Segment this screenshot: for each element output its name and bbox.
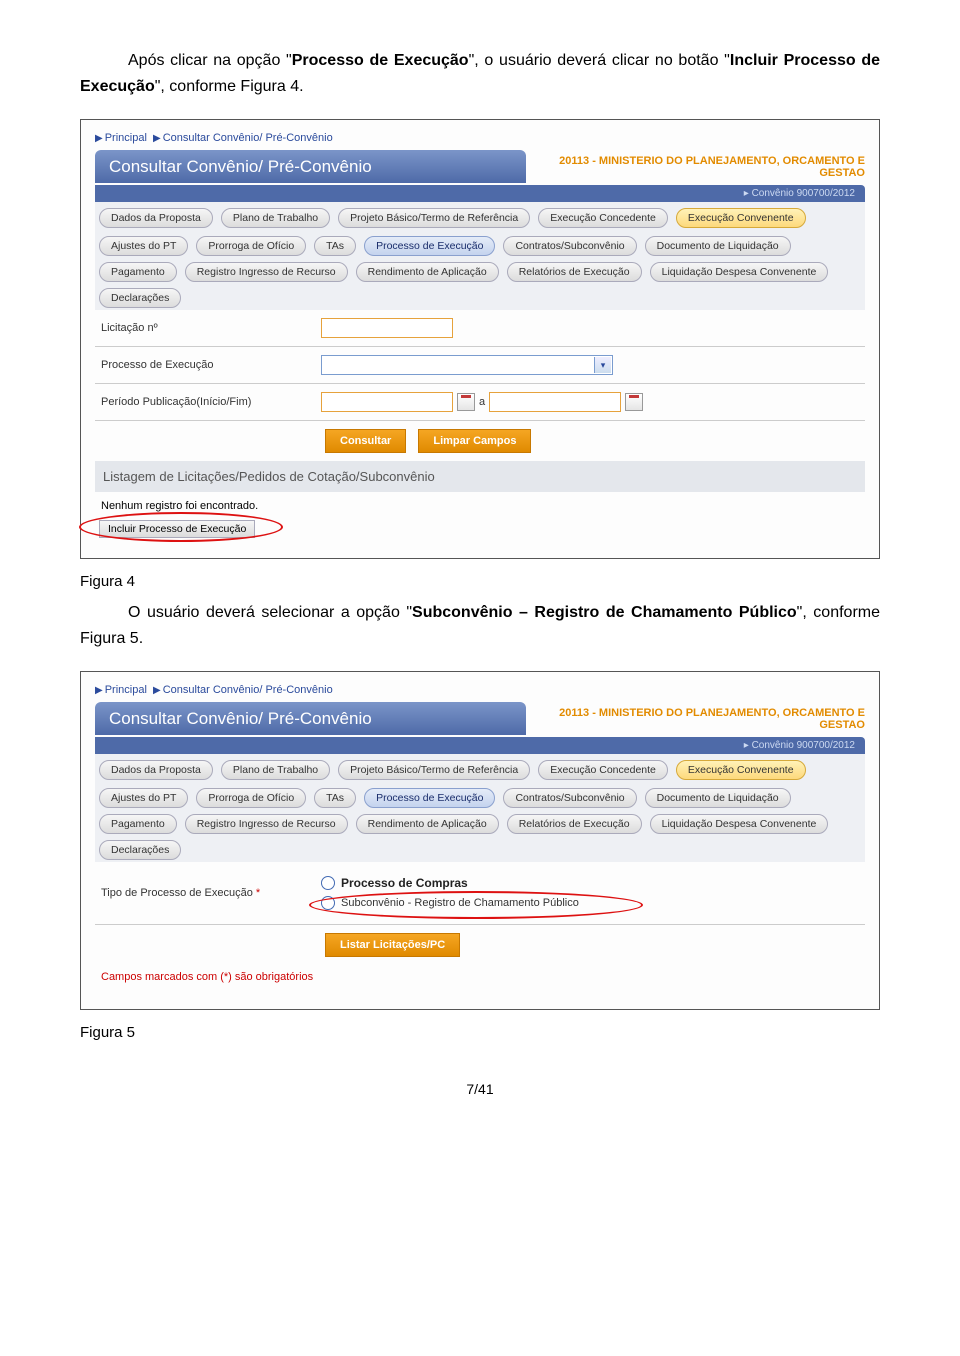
listar-licitacoes-button[interactable]: Listar Licitações/PC bbox=[325, 933, 460, 957]
filter-licitacao: Licitação nº bbox=[95, 310, 865, 347]
listagem-head: Listagem de Licitações/Pedidos de Cotaçã… bbox=[95, 461, 865, 492]
p1-mid: ", o usuário deverá clicar no botão " bbox=[469, 52, 730, 69]
tabs-top: Dados da Proposta Plano de Trabalho Proj… bbox=[95, 754, 865, 782]
tab-exec-concedente[interactable]: Execução Concedente bbox=[538, 208, 668, 228]
crumb-principal[interactable]: Principal bbox=[105, 132, 147, 144]
chevron-down-icon: ▾ bbox=[594, 357, 611, 373]
label-periodo: Período Publicação(Início/Fim) bbox=[101, 396, 321, 408]
calendar-icon[interactable] bbox=[625, 393, 643, 411]
tipo-processo-row: Tipo de Processo de Execução * Processo … bbox=[95, 862, 865, 925]
tab-exec-convenente[interactable]: Execução Convenente bbox=[676, 760, 806, 780]
tab-projeto-basico[interactable]: Projeto Básico/Termo de Referência bbox=[338, 760, 530, 780]
org-label: 20113 - MINISTERIO DO PLANEJAMENTO, ORCA… bbox=[526, 707, 865, 735]
p2-lead: O usuário deverá selecionar a opção " bbox=[128, 604, 412, 621]
tab-declaracoes[interactable]: Declarações bbox=[99, 840, 181, 860]
label-licitacao: Licitação nº bbox=[101, 322, 321, 334]
crumb-consultar[interactable]: Consultar Convênio/ Pré-Convênio bbox=[163, 132, 333, 144]
label-processo-compras: Processo de Compras bbox=[341, 876, 468, 890]
consultar-button[interactable]: Consultar bbox=[325, 429, 406, 453]
chevron-icon: ▶ bbox=[153, 133, 161, 144]
tab-relatorios-execucao[interactable]: Relatórios de Execução bbox=[507, 814, 642, 834]
tab-plano-trabalho[interactable]: Plano de Trabalho bbox=[221, 760, 330, 780]
radio-subconvenio[interactable] bbox=[321, 896, 335, 910]
tab-processo-execucao[interactable]: Processo de Execução bbox=[364, 236, 495, 256]
tab-prorroga-oficio[interactable]: Prorroga de Ofício bbox=[196, 236, 306, 256]
label-processo: Processo de Execução bbox=[101, 359, 321, 371]
tab-liquidacao-despesa[interactable]: Liquidação Despesa Convenente bbox=[650, 262, 829, 282]
required-mark: * bbox=[256, 887, 260, 899]
limpar-campos-button[interactable]: Limpar Campos bbox=[418, 429, 531, 453]
chevron-icon: ▶ bbox=[95, 685, 103, 696]
figure-4-caption: Figura 4 bbox=[80, 573, 880, 590]
tab-plano-trabalho[interactable]: Plano de Trabalho bbox=[221, 208, 330, 228]
tab-ajustes-pt[interactable]: Ajustes do PT bbox=[99, 788, 188, 808]
breadcrumb: ▶Principal ▶Consultar Convênio/ Pré-Conv… bbox=[95, 684, 865, 696]
screenshot-figure-5: ▶Principal ▶Consultar Convênio/ Pré-Conv… bbox=[80, 671, 880, 1010]
chevron-icon: ▶ bbox=[153, 685, 161, 696]
tab-liquidacao-despesa[interactable]: Liquidação Despesa Convenente bbox=[650, 814, 829, 834]
tab-tas[interactable]: TAs bbox=[314, 788, 356, 808]
tab-relatorios-execucao[interactable]: Relatórios de Execução bbox=[507, 262, 642, 282]
tab-documento-liquidacao[interactable]: Documento de Liquidação bbox=[645, 788, 791, 808]
obrigatorios-note: Campos marcados com (*) são obrigatórios bbox=[95, 965, 865, 989]
tab-processo-execucao[interactable]: Processo de Execução bbox=[364, 788, 495, 808]
tabs-sub: Ajustes do PT Prorroga de Ofício TAs Pro… bbox=[95, 230, 865, 310]
select-processo[interactable]: ▾ bbox=[321, 355, 613, 375]
org-label: 20113 - MINISTERIO DO PLANEJAMENTO, ORCA… bbox=[526, 155, 865, 183]
tab-exec-convenente[interactable]: Execução Convenente bbox=[676, 208, 806, 228]
incluir-processo-button[interactable]: Incluir Processo de Execução bbox=[99, 520, 255, 538]
p2-b1: Subconvênio – Registro de Chamamento Púb… bbox=[412, 604, 797, 621]
p1-lead: Após clicar na opção " bbox=[128, 52, 292, 69]
tab-contratos-subconvenio[interactable]: Contratos/Subconvênio bbox=[503, 236, 636, 256]
label-subconvenio: Subconvênio - Registro de Chamamento Púb… bbox=[341, 897, 579, 909]
calendar-icon[interactable] bbox=[457, 393, 475, 411]
tab-registro-ingresso[interactable]: Registro Ingresso de Recurso bbox=[185, 262, 348, 282]
filter-processo: Processo de Execução ▾ bbox=[95, 347, 865, 384]
tab-contratos-subconvenio[interactable]: Contratos/Subconvênio bbox=[503, 788, 636, 808]
crumb-principal[interactable]: Principal bbox=[105, 684, 147, 696]
convenio-sub: ▸ Convênio 900700/2012 bbox=[95, 185, 865, 202]
tab-registro-ingresso[interactable]: Registro Ingresso de Recurso bbox=[185, 814, 348, 834]
tab-dados-proposta[interactable]: Dados da Proposta bbox=[99, 760, 213, 780]
input-data-fim[interactable] bbox=[489, 392, 621, 412]
tabs-sub: Ajustes do PT Prorroga de Ofício TAs Pro… bbox=[95, 782, 865, 862]
tab-pagamento[interactable]: Pagamento bbox=[99, 814, 177, 834]
tab-rendimento-aplicacao[interactable]: Rendimento de Aplicação bbox=[356, 814, 499, 834]
convenio-sub: ▸ Convênio 900700/2012 bbox=[95, 737, 865, 754]
chevron-icon: ▶ bbox=[95, 133, 103, 144]
tab-prorroga-oficio[interactable]: Prorroga de Ofício bbox=[196, 788, 306, 808]
tab-dados-proposta[interactable]: Dados da Proposta bbox=[99, 208, 213, 228]
input-licitacao[interactable] bbox=[321, 318, 453, 338]
input-data-inicio[interactable] bbox=[321, 392, 453, 412]
radio-processo-compras[interactable] bbox=[321, 876, 335, 890]
p1-b1: Processo de Execução bbox=[292, 52, 469, 69]
tab-declaracoes[interactable]: Declarações bbox=[99, 288, 181, 308]
p1-tail: ", conforme Figura 4. bbox=[155, 78, 304, 95]
page-number: 7/41 bbox=[80, 1081, 880, 1097]
crumb-consultar[interactable]: Consultar Convênio/ Pré-Convênio bbox=[163, 684, 333, 696]
tab-tas[interactable]: TAs bbox=[314, 236, 356, 256]
tab-projeto-basico[interactable]: Projeto Básico/Termo de Referência bbox=[338, 208, 530, 228]
paragraph-2: O usuário deverá selecionar a opção "Sub… bbox=[80, 600, 880, 651]
tab-ajustes-pt[interactable]: Ajustes do PT bbox=[99, 236, 188, 256]
label-tipo-processo: Tipo de Processo de Execução * bbox=[101, 887, 321, 899]
filter-periodo: Período Publicação(Início/Fim) a bbox=[95, 384, 865, 421]
page-title: Consultar Convênio/ Pré-Convênio bbox=[95, 150, 526, 183]
label-a: a bbox=[479, 396, 485, 408]
figure-5-caption: Figura 5 bbox=[80, 1024, 880, 1041]
page-title: Consultar Convênio/ Pré-Convênio bbox=[95, 702, 526, 735]
paragraph-1: Após clicar na opção "Processo de Execuç… bbox=[80, 48, 880, 99]
tab-documento-liquidacao[interactable]: Documento de Liquidação bbox=[645, 236, 791, 256]
tab-pagamento[interactable]: Pagamento bbox=[99, 262, 177, 282]
tab-exec-concedente[interactable]: Execução Concedente bbox=[538, 760, 668, 780]
screenshot-figure-4: ▶Principal ▶Consultar Convênio/ Pré-Conv… bbox=[80, 119, 880, 559]
tabs-top: Dados da Proposta Plano de Trabalho Proj… bbox=[95, 202, 865, 230]
breadcrumb: ▶Principal ▶Consultar Convênio/ Pré-Conv… bbox=[95, 132, 865, 144]
no-result-text: Nenhum registro foi encontrado. bbox=[95, 492, 865, 518]
tab-rendimento-aplicacao[interactable]: Rendimento de Aplicação bbox=[356, 262, 499, 282]
